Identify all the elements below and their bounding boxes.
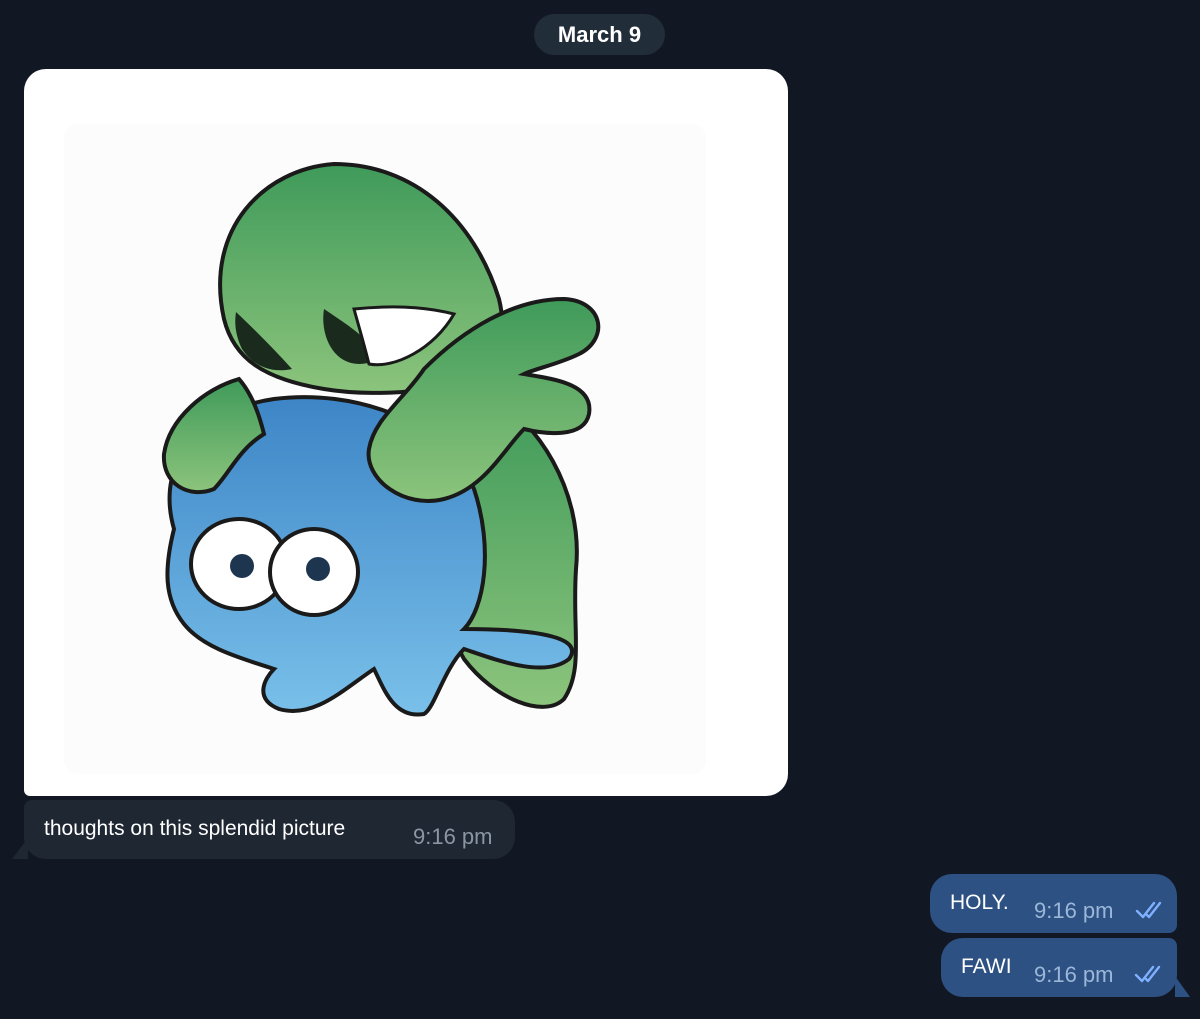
outgoing-message-bubble[interactable]: HOLY. 9:16 pm <box>930 874 1177 933</box>
date-separator: March 9 <box>534 14 665 55</box>
outgoing-bubble-tail <box>1175 976 1190 997</box>
double-check-icon <box>1134 965 1161 983</box>
cartoon-image[interactable] <box>24 69 788 796</box>
image-message[interactable] <box>24 69 788 796</box>
message-text: HOLY. <box>950 891 1009 914</box>
message-time: 9:16 pm <box>1034 898 1114 923</box>
outgoing-message-bubble[interactable]: FAWI 9:16 pm <box>941 938 1177 997</box>
message-text: FAWI <box>961 955 1012 978</box>
message-text: thoughts on this splendid picture <box>44 817 346 840</box>
incoming-message-bubble[interactable]: thoughts on this splendid picture 9:16 p… <box>24 800 515 859</box>
double-check-icon <box>1135 901 1162 919</box>
message-time: 9:16 pm <box>413 824 493 849</box>
message-time: 9:16 pm <box>1034 962 1114 987</box>
